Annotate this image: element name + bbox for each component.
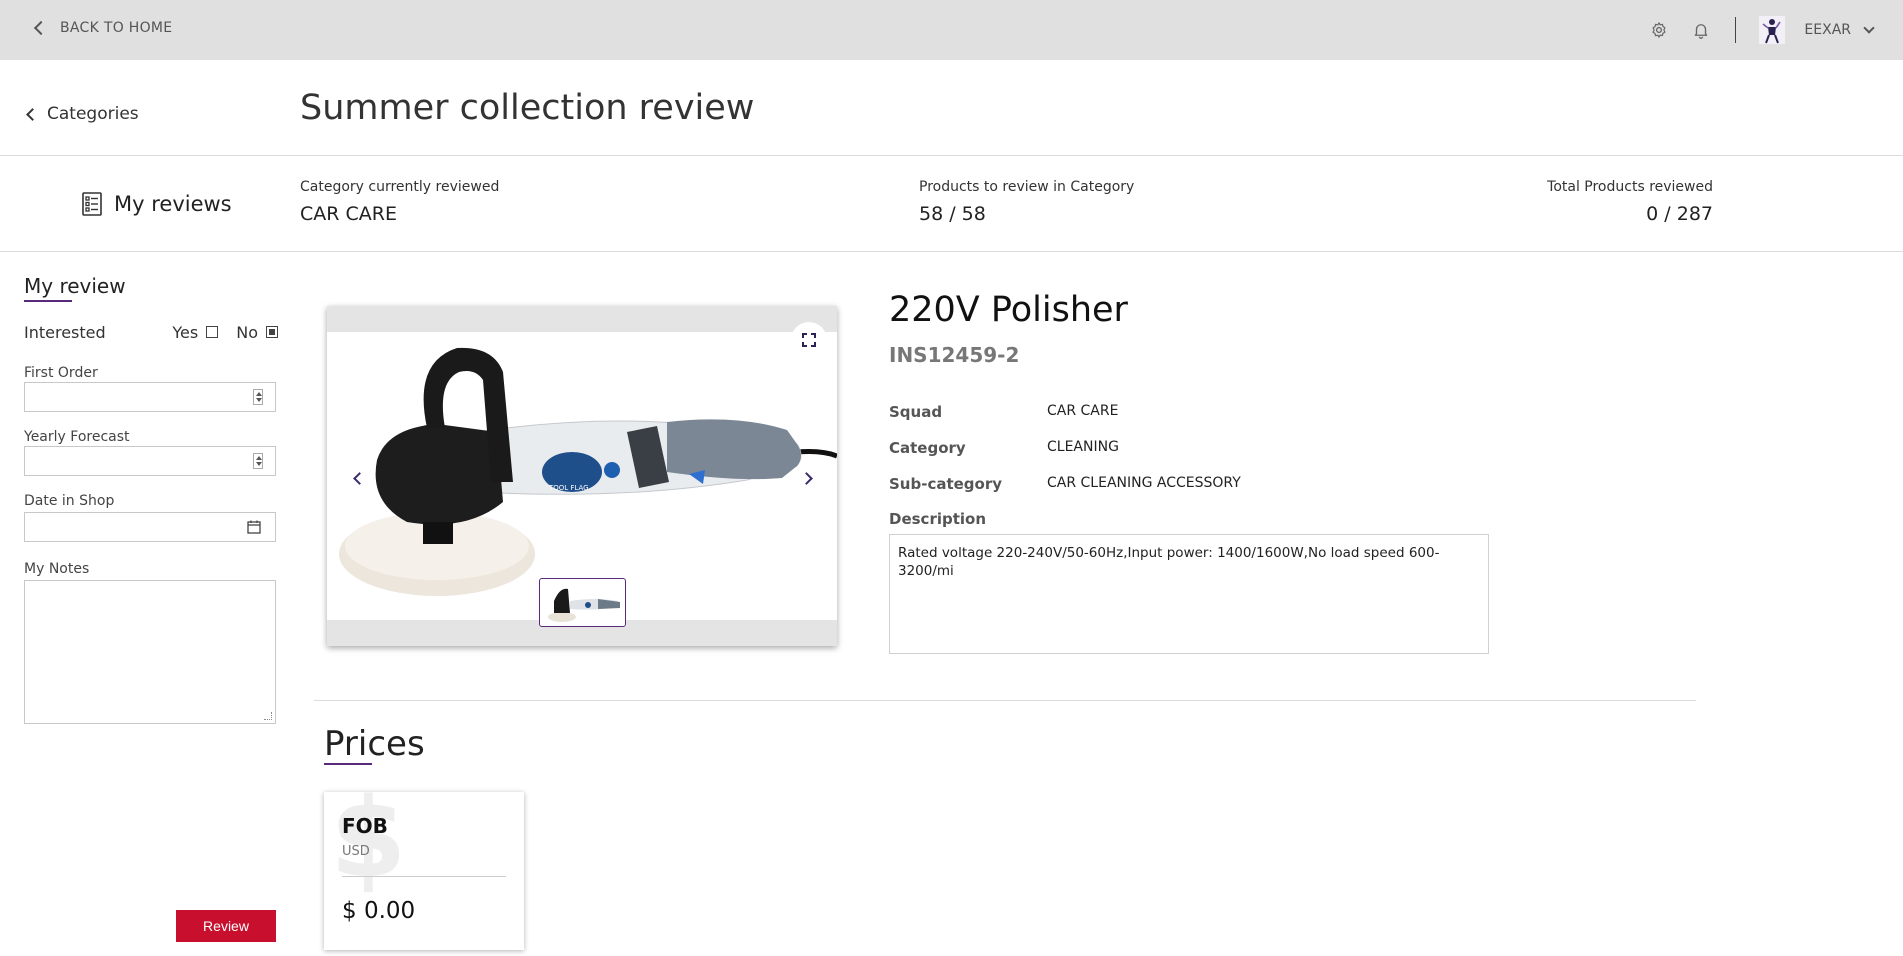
bell-icon <box>1695 24 1708 39</box>
chevron-left-icon <box>33 20 49 36</box>
price-card-fob: $ FOB USD $ 0.00 <box>324 792 524 950</box>
product-image-carousel: TOOL FLAG <box>327 306 837 646</box>
divider <box>342 876 506 877</box>
to-review-stat: Products to review in Category 58 / 58 <box>919 179 1134 225</box>
total-reviewed-caption: Total Products reviewed <box>1547 179 1713 195</box>
no-checkbox[interactable] <box>266 326 278 338</box>
divider <box>314 700 1696 701</box>
chevron-down-icon[interactable] <box>1863 22 1875 34</box>
fullscreen-button[interactable] <box>791 322 827 358</box>
image-brand-text: TOOL FLAG <box>548 484 589 492</box>
notifications-button[interactable] <box>1685 14 1717 46</box>
chevron-left-icon <box>26 107 39 121</box>
my-notes-textarea[interactable] <box>24 580 276 724</box>
interested-row: Interested Yes No <box>24 322 278 342</box>
user-name[interactable]: EEXAR <box>1804 22 1851 38</box>
resize-handle-icon[interactable] <box>264 712 272 720</box>
category-value: CLEANING <box>1047 439 1119 455</box>
top-bar-actions: EEXAR <box>1633 14 1875 46</box>
subcategory-label: Sub-category <box>889 475 1003 493</box>
first-order-input[interactable] <box>24 382 276 412</box>
my-reviews-label: My reviews <box>114 192 232 216</box>
categories-back-link[interactable]: Categories <box>26 104 139 124</box>
product-name: 220V Polisher <box>889 290 1128 330</box>
top-bar: BACK TO HOME EEXAR <box>0 0 1903 60</box>
total-reviewed-value: 0 / 287 <box>1646 203 1713 225</box>
chevron-left-icon <box>352 471 366 485</box>
interested-no-option[interactable]: No <box>236 323 278 342</box>
back-to-home-label: BACK TO HOME <box>60 20 173 36</box>
category-label: Category <box>889 439 966 457</box>
price-label: FOB <box>342 814 388 838</box>
subcategory-value: CAR CLEANING ACCESSORY <box>1047 475 1241 491</box>
chevron-right-icon <box>799 471 813 485</box>
review-button[interactable]: Review <box>176 910 276 942</box>
category-value: CAR CARE <box>300 203 397 225</box>
yes-checkbox[interactable] <box>206 326 219 338</box>
image-thumbnail[interactable] <box>539 578 626 627</box>
user-avatar-icon <box>1759 16 1786 44</box>
my-reviews-link[interactable]: My reviews <box>82 192 232 216</box>
calendar-icon[interactable] <box>247 520 261 534</box>
product-code: INS12459-2 <box>889 343 1020 367</box>
interested-label: Interested <box>24 322 106 342</box>
polisher-thumbnail-image <box>548 588 620 622</box>
description-textarea[interactable]: Rated voltage 220-240V/50-60Hz,Input pow… <box>889 534 1489 654</box>
product-image: TOOL FLAG <box>327 332 837 620</box>
price-currency: USD <box>342 844 370 859</box>
number-stepper-icon[interactable] <box>253 453 263 469</box>
gear-icon <box>1652 22 1666 38</box>
back-to-home-link[interactable]: BACK TO HOME <box>30 20 172 36</box>
squad-label: Squad <box>889 403 943 421</box>
first-order-label: First Order <box>24 365 98 381</box>
category-stat: Category currently reviewed CAR CARE <box>300 179 499 225</box>
total-reviewed-stat: Total Products reviewed 0 / 287 <box>1547 179 1713 225</box>
date-in-shop-label: Date in Shop <box>24 493 115 509</box>
my-notes-label: My Notes <box>24 561 90 577</box>
category-caption: Category currently reviewed <box>300 179 500 195</box>
page-title: Summer collection review <box>300 88 755 128</box>
to-review-caption: Products to review in Category <box>919 179 1135 195</box>
interested-yes-option[interactable]: Yes <box>172 322 219 342</box>
categories-label: Categories <box>47 104 139 124</box>
review-panel-title: My review <box>24 274 126 298</box>
settings-button[interactable] <box>1643 14 1675 46</box>
polisher-image: TOOL FLAG <box>339 347 837 596</box>
previous-image-button[interactable] <box>347 466 371 490</box>
squad-value: CAR CARE <box>1047 403 1119 419</box>
title-underline <box>324 763 372 765</box>
date-in-shop-input[interactable] <box>24 512 276 542</box>
no-label: No <box>236 322 258 342</box>
divider <box>0 155 1903 156</box>
divider <box>0 251 1903 252</box>
next-image-button[interactable] <box>794 466 818 490</box>
yes-label: Yes <box>172 322 199 342</box>
description-label: Description <box>889 510 987 528</box>
fullscreen-icon <box>802 333 816 347</box>
yearly-forecast-label: Yearly Forecast <box>24 429 130 445</box>
price-amount: $ 0.00 <box>342 898 416 924</box>
to-review-value: 58 / 58 <box>919 203 986 225</box>
description-text: Rated voltage 220-240V/50-60Hz,Input pow… <box>898 545 1440 579</box>
prices-title: Prices <box>324 724 425 764</box>
divider <box>1735 17 1737 43</box>
number-stepper-icon[interactable] <box>253 389 263 405</box>
yearly-forecast-input[interactable] <box>24 446 276 476</box>
checklist-icon <box>82 192 102 216</box>
avatar[interactable] <box>1758 16 1786 44</box>
title-underline <box>24 300 72 302</box>
